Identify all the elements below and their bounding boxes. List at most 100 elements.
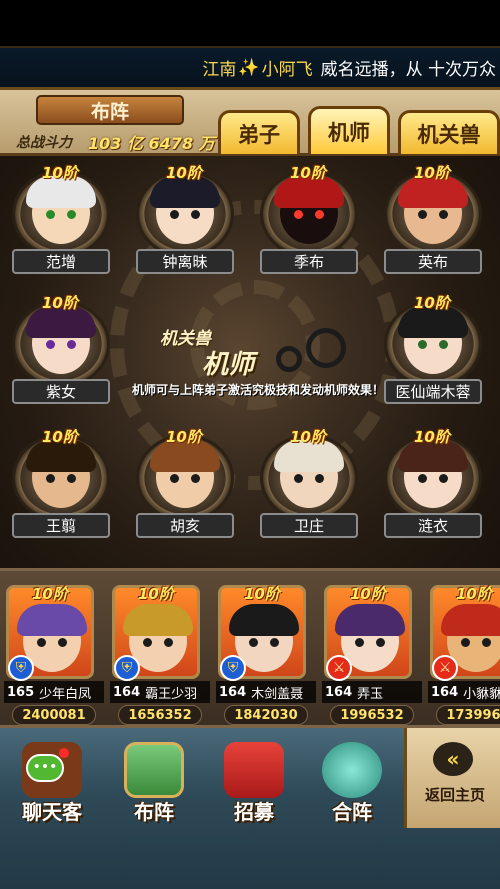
chat-bubble-icon: ••• bbox=[26, 754, 64, 782]
total-power-value: 103 亿 6478 万 bbox=[88, 134, 215, 153]
rank-label: 10阶 bbox=[414, 164, 450, 182]
portrait bbox=[398, 176, 468, 244]
portrait bbox=[26, 440, 96, 508]
portrait bbox=[274, 440, 344, 508]
rank-label: 10阶 bbox=[456, 585, 492, 603]
nav-combine-button[interactable]: 合阵 bbox=[304, 736, 400, 832]
banner-flag-icon bbox=[224, 742, 284, 798]
ticker-message: 威名远播，从 十次万众 bbox=[320, 60, 496, 80]
portrait bbox=[398, 306, 468, 374]
rank-label: 10阶 bbox=[166, 164, 202, 182]
emblem-title-big: 机师 bbox=[202, 350, 255, 380]
broadcast-ticker: 江南 ✨ 小阿飞 威名远播，从 十次万众 bbox=[0, 46, 500, 90]
mech-emblem: 机关兽 机师 bbox=[154, 316, 354, 386]
rank-label: 10阶 bbox=[42, 294, 78, 312]
board-icon bbox=[124, 742, 184, 798]
page-title: 布阵 bbox=[36, 95, 184, 125]
mechanist-slot[interactable]: 10阶 钟离昧 bbox=[132, 164, 238, 276]
name-label: 胡亥 bbox=[136, 513, 234, 538]
rank-label: 10阶 bbox=[350, 585, 386, 603]
total-power-label: 总战斗力 bbox=[16, 135, 72, 151]
cog-large-icon bbox=[306, 328, 346, 368]
cog-icon bbox=[276, 346, 302, 372]
disciple-card[interactable]: 10阶 ⛨ 164 霸王少羽 1656352 bbox=[110, 585, 212, 725]
portrait bbox=[274, 176, 344, 244]
mechanist-slot[interactable]: 10阶 涟衣 bbox=[380, 428, 486, 540]
nav-label: 合阵 bbox=[332, 800, 372, 824]
power-value: 1656352 bbox=[118, 705, 202, 725]
rank-label: 10阶 bbox=[166, 428, 202, 446]
portrait bbox=[26, 306, 96, 374]
portrait bbox=[398, 440, 468, 508]
name-label: 涟衣 bbox=[384, 513, 482, 538]
power-value: 2400081 bbox=[12, 705, 96, 725]
level-name-bar: 164 小貅貅 bbox=[428, 681, 500, 703]
mechanist-slot[interactable]: 10阶 范增 bbox=[8, 164, 114, 276]
ticker-player: 小阿飞 bbox=[261, 60, 313, 80]
mechanist-slot[interactable]: 10阶 卫庄 bbox=[256, 428, 362, 540]
level-name-bar: 164 霸王少羽 bbox=[110, 681, 210, 703]
name-label: 钟离昧 bbox=[136, 249, 234, 274]
shield-icon: ⛨ bbox=[114, 655, 140, 681]
shield-icon: ⛨ bbox=[220, 655, 246, 681]
nav-label: 招募 bbox=[234, 800, 274, 824]
name-label: 范增 bbox=[12, 249, 110, 274]
portrait bbox=[150, 440, 220, 508]
lineup-panel: 布阵 总战斗力 103 亿 6478 万 弟子 机师 机关兽 10阶 范增 10… bbox=[0, 90, 500, 568]
tab-mechanists[interactable]: 机师 bbox=[308, 106, 390, 154]
mechanist-slot[interactable]: 10阶 英布 bbox=[380, 164, 486, 276]
name-label: 紫女 bbox=[12, 379, 110, 404]
name-label: 季布 bbox=[260, 249, 358, 274]
tab-mech-beasts[interactable]: 机关兽 bbox=[398, 110, 500, 154]
mechanist-slot[interactable]: 10阶 王翦 bbox=[8, 428, 114, 540]
name-label: 王翦 bbox=[12, 513, 110, 538]
status-bar bbox=[0, 0, 500, 46]
rank-label: 10阶 bbox=[414, 428, 450, 446]
bottom-nav: ••• 聊天客 布阵 招募 合阵 « 返回主页 bbox=[0, 728, 500, 889]
portrait bbox=[150, 176, 220, 244]
disciple-card[interactable]: 10阶 ⛨ 164 木剑盖聂 1842030 bbox=[216, 585, 318, 725]
power-value: 1739963 bbox=[436, 705, 500, 725]
return-home-label: 返回主页 bbox=[424, 786, 485, 804]
name-label: 英布 bbox=[384, 249, 482, 274]
rank-label: 10阶 bbox=[290, 164, 326, 182]
double-chevron-left-icon: « bbox=[433, 742, 473, 776]
rank-label: 10阶 bbox=[290, 428, 326, 446]
rank-label: 10阶 bbox=[414, 294, 450, 312]
sword-icon: ⚔ bbox=[326, 655, 352, 681]
mechanist-slot[interactable]: 10阶 季布 bbox=[256, 164, 362, 276]
return-home-button[interactable]: « 返回主页 bbox=[404, 728, 500, 828]
level-name-bar: 164 弄玉 bbox=[322, 681, 422, 703]
name-label: 医仙端木蓉 bbox=[384, 379, 482, 404]
nav-label: 布阵 bbox=[134, 800, 174, 824]
notification-dot bbox=[59, 748, 69, 758]
shield-icon: ⛨ bbox=[8, 655, 34, 681]
combine-emblem-icon bbox=[322, 742, 382, 798]
emblem-note: 机师可与上阵弟子激活究极技和发动机师效果！ bbox=[131, 383, 384, 397]
disciple-card[interactable]: 10阶 ⚔ 164小貅貅 1739963 bbox=[428, 585, 500, 725]
nav-recruit-button[interactable]: 招募 bbox=[206, 736, 302, 832]
disciple-roster: 10阶 ⛨ 165 少年白凤 2400081 10阶 ⛨ 164 霸王少羽 1656… bbox=[0, 568, 500, 728]
portrait bbox=[26, 176, 96, 244]
nav-label: 聊天客 bbox=[22, 800, 82, 824]
ticker-region: 江南 bbox=[202, 60, 237, 80]
power-value: 1842030 bbox=[224, 705, 308, 725]
nav-chat-button[interactable]: ••• 聊天客 bbox=[4, 736, 100, 832]
level-name-bar: 165 少年白凤 bbox=[4, 681, 104, 703]
nav-lineup-button[interactable]: 布阵 bbox=[106, 736, 202, 832]
disciple-card[interactable]: 10阶 ⚔ 164 弄玉 1996532 bbox=[322, 585, 424, 725]
mechanist-slot[interactable]: 10阶 胡亥 bbox=[132, 428, 238, 540]
rank-label: 10阶 bbox=[42, 164, 78, 182]
rank-label: 10阶 bbox=[244, 585, 280, 603]
rank-label: 10阶 bbox=[138, 585, 174, 603]
rank-label: 10阶 bbox=[32, 585, 68, 603]
power-value: 1996532 bbox=[330, 705, 414, 725]
sparkle-icon: ✨ bbox=[238, 57, 260, 78]
level-name-bar: 164 木剑盖聂 bbox=[216, 681, 316, 703]
tab-disciples[interactable]: 弟子 bbox=[218, 110, 300, 154]
mechanist-slot[interactable]: 10阶 紫女 bbox=[8, 294, 114, 406]
rank-label: 10阶 bbox=[42, 428, 78, 446]
sword-icon: ⚔ bbox=[432, 655, 458, 681]
name-label: 卫庄 bbox=[260, 513, 358, 538]
disciple-card[interactable]: 10阶 ⛨ 165 少年白凤 2400081 bbox=[4, 585, 106, 725]
